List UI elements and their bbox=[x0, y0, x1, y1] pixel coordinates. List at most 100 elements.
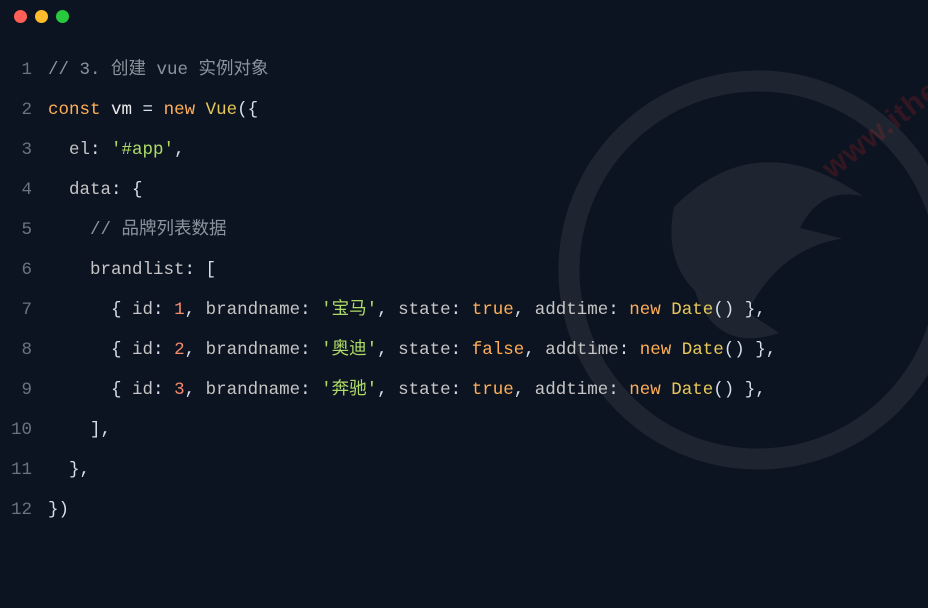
line-number: 2 bbox=[0, 90, 48, 130]
token-punc: : { bbox=[111, 180, 143, 200]
code-line: 12}) bbox=[0, 490, 928, 530]
code-line: 1// 3. 创建 vue 实例对象 bbox=[0, 50, 928, 90]
token-num: 1 bbox=[174, 300, 185, 320]
code-line: 6 brandlist: [ bbox=[0, 250, 928, 290]
token-punc: : bbox=[300, 340, 321, 360]
code-line: 9 { id: 3, brandname: '奔驰', state: true,… bbox=[0, 370, 928, 410]
token-punc: : bbox=[451, 340, 472, 360]
token-key: id bbox=[132, 340, 153, 360]
code-content: const vm = new Vue({ bbox=[48, 90, 258, 130]
token-key: brandlist bbox=[90, 260, 185, 280]
token-punc: : bbox=[451, 300, 472, 320]
token-kw: true bbox=[472, 300, 514, 320]
minimize-icon[interactable] bbox=[35, 10, 48, 23]
window-titlebar bbox=[0, 0, 928, 32]
token-punc: : bbox=[608, 300, 629, 320]
code-line: 5 // 品牌列表数据 bbox=[0, 210, 928, 250]
token-cmt: // 3. 创建 vue 实例对象 bbox=[48, 60, 269, 80]
token-kw: false bbox=[472, 340, 525, 360]
code-content: }, bbox=[48, 450, 90, 490]
token-punc: { bbox=[111, 380, 132, 400]
line-number: 1 bbox=[0, 50, 48, 90]
code-line: 8 { id: 2, brandname: '奥迪', state: false… bbox=[0, 330, 928, 370]
token-punc: : bbox=[153, 300, 174, 320]
token-key: state bbox=[398, 380, 451, 400]
code-content: brandlist: [ bbox=[48, 250, 216, 290]
token-key: addtime bbox=[535, 300, 609, 320]
token-punc: : bbox=[153, 340, 174, 360]
token-kw: new bbox=[629, 300, 661, 320]
token-punc bbox=[195, 100, 206, 120]
code-line: 7 { id: 1, brandname: '宝马', state: true,… bbox=[0, 290, 928, 330]
token-punc bbox=[661, 380, 672, 400]
token-key: data bbox=[69, 180, 111, 200]
token-cls: Date bbox=[671, 380, 713, 400]
token-punc: : bbox=[619, 340, 640, 360]
token-kw: new bbox=[640, 340, 672, 360]
token-cls: Vue bbox=[206, 100, 238, 120]
code-content: // 3. 创建 vue 实例对象 bbox=[48, 50, 269, 90]
token-punc: , bbox=[174, 140, 185, 160]
token-punc: : bbox=[451, 380, 472, 400]
token-punc: , bbox=[377, 340, 398, 360]
line-number: 4 bbox=[0, 170, 48, 210]
token-punc: () }, bbox=[713, 380, 766, 400]
token-key: brandname bbox=[206, 300, 301, 320]
token-num: 3 bbox=[174, 380, 185, 400]
token-punc: : bbox=[90, 140, 111, 160]
code-line: 4 data: { bbox=[0, 170, 928, 210]
code-line: 10 ], bbox=[0, 410, 928, 450]
token-punc: , bbox=[524, 340, 545, 360]
token-punc bbox=[671, 340, 682, 360]
token-key: state bbox=[398, 300, 451, 320]
line-number: 6 bbox=[0, 250, 48, 290]
token-var: vm bbox=[111, 100, 132, 120]
code-content: { id: 1, brandname: '宝马', state: true, a… bbox=[48, 290, 766, 330]
token-key: brandname bbox=[206, 380, 301, 400]
token-punc bbox=[101, 100, 112, 120]
token-punc: , bbox=[377, 380, 398, 400]
token-punc: , bbox=[514, 300, 535, 320]
token-punc: () }, bbox=[724, 340, 777, 360]
token-punc: , bbox=[377, 300, 398, 320]
token-punc: : bbox=[300, 380, 321, 400]
line-number: 10 bbox=[0, 410, 48, 450]
token-kw: const bbox=[48, 100, 101, 120]
token-punc: ({ bbox=[237, 100, 258, 120]
token-punc: ], bbox=[90, 420, 111, 440]
token-punc: = bbox=[132, 100, 164, 120]
maximize-icon[interactable] bbox=[56, 10, 69, 23]
line-number: 3 bbox=[0, 130, 48, 170]
close-icon[interactable] bbox=[14, 10, 27, 23]
line-number: 12 bbox=[0, 490, 48, 530]
code-content: // 品牌列表数据 bbox=[48, 210, 227, 250]
token-punc bbox=[661, 300, 672, 320]
token-str: '奥迪' bbox=[321, 340, 377, 360]
token-cls: Date bbox=[671, 300, 713, 320]
token-key: el bbox=[69, 140, 90, 160]
token-cmt: // 品牌列表数据 bbox=[90, 220, 227, 240]
line-number: 11 bbox=[0, 450, 48, 490]
token-key: state bbox=[398, 340, 451, 360]
code-line: 2const vm = new Vue({ bbox=[0, 90, 928, 130]
line-number: 9 bbox=[0, 370, 48, 410]
token-punc: }) bbox=[48, 500, 69, 520]
token-punc: : [ bbox=[185, 260, 217, 280]
token-kw: true bbox=[472, 380, 514, 400]
code-content: { id: 2, brandname: '奥迪', state: false, … bbox=[48, 330, 776, 370]
token-punc: , bbox=[185, 340, 206, 360]
code-line: 3 el: '#app', bbox=[0, 130, 928, 170]
token-str: '奔驰' bbox=[321, 380, 377, 400]
token-key: id bbox=[132, 380, 153, 400]
token-punc: }, bbox=[69, 460, 90, 480]
token-key: brandname bbox=[206, 340, 301, 360]
code-content: { id: 3, brandname: '奔驰', state: true, a… bbox=[48, 370, 766, 410]
token-key: id bbox=[132, 300, 153, 320]
code-editor: 1// 3. 创建 vue 实例对象2const vm = new Vue({3… bbox=[0, 32, 928, 530]
token-num: 2 bbox=[174, 340, 185, 360]
token-punc: : bbox=[300, 300, 321, 320]
line-number: 8 bbox=[0, 330, 48, 370]
token-punc: : bbox=[608, 380, 629, 400]
token-punc: { bbox=[111, 300, 132, 320]
code-content: el: '#app', bbox=[48, 130, 185, 170]
